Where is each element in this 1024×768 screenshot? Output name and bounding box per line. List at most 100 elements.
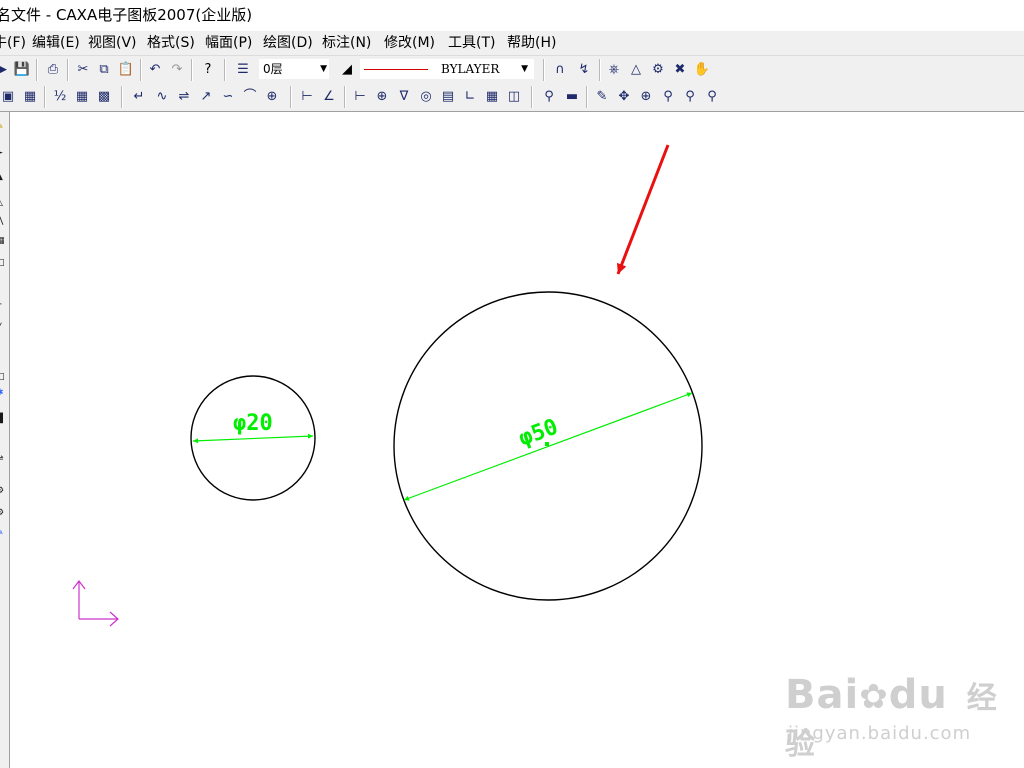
tool2-icon[interactable]: ⚙: [0, 508, 8, 518]
menu-modify[interactable]: 修改(M): [384, 31, 435, 55]
menu-file[interactable]: 牛(F): [0, 31, 26, 55]
fraction-icon[interactable]: ½: [50, 87, 70, 107]
pan-icon[interactable]: ✥: [614, 87, 634, 107]
menu-view[interactable]: 视图(V): [88, 31, 137, 55]
watermark-brand-text2: du: [888, 672, 948, 718]
hline-icon[interactable]: ─: [0, 300, 8, 310]
copy-icon[interactable]: ⧉: [94, 60, 114, 80]
drawing-canvas[interactable]: φ20 φ50 Bai✿du 经验 jingyan.baidu.com: [10, 112, 1024, 768]
tool3-icon[interactable]: ✎: [0, 528, 8, 538]
curve-icon[interactable]: ∽: [218, 87, 238, 107]
triangle-icon[interactable]: △: [0, 198, 8, 208]
menu-tools[interactable]: 工具(T): [448, 31, 495, 55]
toolbar-separator: [224, 59, 226, 81]
menu-help[interactable]: 帮助(H): [507, 31, 556, 55]
zoom-all-icon[interactable]: ⚲: [680, 87, 700, 107]
view-label-icon[interactable]: ◫: [504, 87, 524, 107]
query-icon[interactable]: ⚲: [539, 87, 559, 107]
pencil-icon[interactable]: ✎: [0, 122, 8, 132]
toolbar-separator: [121, 86, 123, 108]
menu-dimension[interactable]: 标注(N): [322, 31, 371, 55]
shape-icon[interactable]: ▲: [0, 172, 8, 182]
small-diameter-dimension-line[interactable]: [192, 433, 314, 444]
weld-icon[interactable]: ◎: [416, 87, 436, 107]
arc-icon[interactable]: ⌒: [240, 87, 260, 107]
zoom-previous-icon[interactable]: ⚲: [702, 87, 722, 107]
match-property-icon[interactable]: ↯: [574, 60, 594, 80]
cross-icon[interactable]: ✖: [670, 60, 690, 80]
dot-icon[interactable]: •: [0, 344, 8, 354]
toolbar-separator: [531, 86, 533, 108]
ucs-icon: [72, 580, 119, 627]
gear-icon[interactable]: ⚙: [648, 60, 668, 80]
star-icon[interactable]: ✱: [0, 388, 8, 398]
toolbar-separator: [44, 86, 46, 108]
layer-icon[interactable]: ☰: [233, 60, 253, 80]
text-note-icon[interactable]: ▤: [438, 87, 458, 107]
chevron-down-icon: ▼: [521, 64, 528, 74]
roughness-icon[interactable]: ∇: [394, 87, 414, 107]
caret-icon[interactable]: ⋀: [0, 216, 8, 226]
line-icon[interactable]: ↵: [129, 87, 149, 107]
circle-center-icon[interactable]: ⊕: [262, 87, 282, 107]
small-diameter-label: φ20: [233, 411, 273, 436]
linetype-icon[interactable]: ◢: [337, 60, 357, 80]
drawing-toolbar: ▣ ▦ ½ ▦ ▩ ↵ ∿ ⇌ ↗ ∽ ⌒ ⊕ ⊢ ∠ ⊢ ⊕ ∇ ◎ ▤ ∟ …: [0, 83, 1024, 112]
menu-draw[interactable]: 绘图(D): [263, 31, 313, 55]
triangle-icon[interactable]: △: [626, 60, 646, 80]
measure-icon[interactable]: ▬: [562, 87, 582, 107]
title-block-icon[interactable]: ▦: [20, 87, 40, 107]
zoom-in-icon[interactable]: ⊕: [636, 87, 656, 107]
toolbar-separator: [290, 86, 292, 108]
zigzag-icon[interactable]: ⇌: [174, 87, 194, 107]
angle-dim-icon[interactable]: ∠: [319, 87, 339, 107]
grid-icon[interactable]: ▦: [0, 236, 8, 246]
property-icon[interactable]: ∩: [550, 60, 570, 80]
hand-icon[interactable]: ✋: [692, 60, 712, 80]
linear-dim-icon[interactable]: ⊢: [297, 87, 317, 107]
menu-sheet[interactable]: 幅面(P): [205, 31, 252, 55]
rect-icon[interactable]: □: [0, 258, 8, 268]
cut-icon[interactable]: ✂: [73, 60, 93, 80]
linetype-sample: [364, 69, 428, 70]
linetype-select[interactable]: BYLAYER ▼: [360, 59, 534, 79]
watermark-brand-text: Bai: [785, 672, 860, 718]
annotation-arrow: [616, 144, 670, 275]
toolbar-separator: [344, 86, 346, 108]
redo-icon[interactable]: ↷: [167, 60, 187, 80]
undo-icon[interactable]: ↶: [145, 60, 165, 80]
tolerance-icon[interactable]: ⊕: [372, 87, 392, 107]
bar-icon[interactable]: █: [0, 414, 8, 424]
title-bar: 名文件 - CAXA电子图板2007(企业版): [0, 0, 1024, 31]
zoom-window-icon[interactable]: ⚲: [658, 87, 678, 107]
zig-icon[interactable]: ⇌: [0, 454, 8, 464]
bracket-icon[interactable]: ▎: [0, 434, 8, 444]
toolbar-separator: [543, 59, 545, 81]
paste-icon[interactable]: 📋: [116, 60, 136, 80]
toolbar-separator: [67, 59, 69, 81]
menu-format[interactable]: 格式(S): [147, 31, 195, 55]
help-pointer-icon[interactable]: ?: [198, 60, 218, 80]
table-icon[interactable]: ▦: [72, 87, 92, 107]
ray-icon[interactable]: ↗: [196, 87, 216, 107]
datum-icon[interactable]: ⊢: [350, 87, 370, 107]
open-icon[interactable]: ▶: [0, 60, 12, 80]
spline-icon[interactable]: ∿: [152, 87, 172, 107]
watermark-url: jingyan.baidu.com: [788, 723, 972, 744]
layer-select[interactable]: 0层 ▼: [259, 59, 329, 79]
box-icon[interactable]: □: [0, 372, 8, 382]
menu-edit[interactable]: 编辑(E): [32, 31, 80, 55]
arrow-icon[interactable]: ►: [0, 148, 8, 158]
tick-icon[interactable]: │: [0, 278, 8, 288]
tool-icon[interactable]: ⚙: [0, 486, 8, 496]
pencil-icon[interactable]: ✎: [592, 87, 612, 107]
block-icon[interactable]: ▩: [94, 87, 114, 107]
center-mark-icon[interactable]: ▦: [482, 87, 502, 107]
slash-icon[interactable]: ╱: [0, 324, 8, 334]
print-icon[interactable]: ⎙: [43, 60, 63, 80]
large-diameter-dimension-line[interactable]: [403, 392, 693, 501]
snap-icon[interactable]: ⎈: [604, 60, 624, 80]
frame-icon[interactable]: ▣: [0, 87, 18, 107]
leader-icon[interactable]: ∟: [460, 87, 480, 107]
save-icon[interactable]: 💾: [12, 60, 32, 80]
